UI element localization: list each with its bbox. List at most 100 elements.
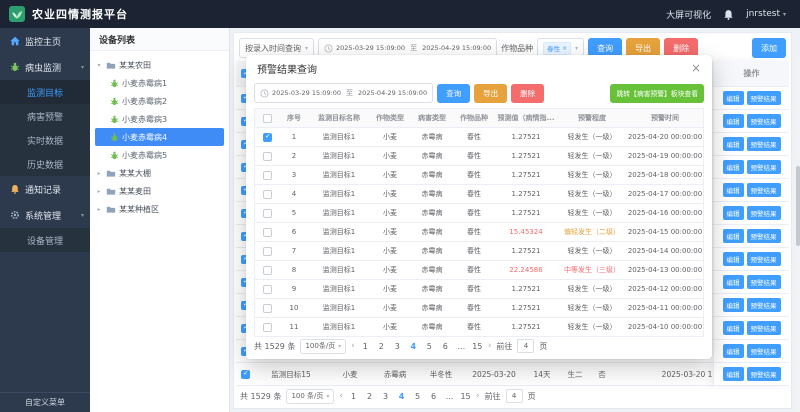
page-number[interactable]: 1	[348, 392, 359, 401]
warning-result-button[interactable]: 预警结果	[747, 91, 781, 105]
sidebar-item-pest[interactable]: 病虫监测 ▾	[0, 54, 90, 80]
sidebar-footer-custom-menu[interactable]: 自定义菜单	[0, 392, 90, 412]
device-tree-leaf[interactable]: 小麦赤霉病4	[95, 128, 224, 146]
edit-button[interactable]: 编辑	[723, 344, 744, 358]
scrollbar-thumb[interactable]	[796, 166, 800, 246]
edit-button[interactable]: 编辑	[723, 252, 744, 266]
row-checkbox[interactable]	[263, 266, 272, 275]
sidebar-subitem-device-mgmt[interactable]: 设备管理	[0, 228, 90, 252]
page-number[interactable]: ...	[444, 392, 455, 401]
bell-icon[interactable]	[723, 9, 734, 20]
row-checkbox[interactable]	[263, 171, 272, 180]
warning-result-button[interactable]: 预警结果	[747, 275, 781, 289]
edit-button[interactable]: 编辑	[723, 321, 744, 335]
page-number[interactable]: 6	[440, 342, 451, 351]
warning-result-button[interactable]: 预警结果	[747, 183, 781, 197]
edit-button[interactable]: 编辑	[723, 183, 744, 197]
device-tree-group[interactable]: ▸ 某某种植区	[95, 200, 224, 218]
warning-result-button[interactable]: 预警结果	[747, 137, 781, 151]
row-checkbox[interactable]	[263, 228, 272, 237]
row-checkbox[interactable]	[263, 247, 272, 256]
warning-result-button[interactable]: 预警结果	[747, 229, 781, 243]
warning-result-button[interactable]: 预警结果	[747, 344, 781, 358]
prev-page-button[interactable]: ‹	[351, 341, 355, 351]
dialog-table-row[interactable]: 10 监测目标1 小麦 赤霉病 春性 1.27521 轻发生（一级） 2025-…	[255, 299, 703, 318]
dialog-table-row[interactable]: 2 监测目标1 小麦 赤霉病 春性 1.27521 轻发生（一级） 2025-0…	[255, 147, 703, 166]
close-icon[interactable]: ×	[691, 61, 701, 75]
warning-result-button[interactable]: 预警结果	[747, 160, 781, 174]
edit-button[interactable]: 编辑	[723, 229, 744, 243]
row-checkbox[interactable]	[263, 190, 272, 199]
next-page-button[interactable]: ›	[488, 341, 492, 351]
dialog-query-button[interactable]: 查询	[437, 84, 470, 103]
warning-result-button[interactable]: 预警结果	[747, 114, 781, 128]
vertical-scrollbar[interactable]	[795, 56, 800, 412]
edit-button[interactable]: 编辑	[723, 137, 744, 151]
next-page-button[interactable]: ›	[476, 391, 480, 401]
row-checkbox[interactable]	[263, 285, 272, 294]
sidebar-item-notice[interactable]: 通知记录	[0, 176, 90, 202]
device-tree-leaf[interactable]: 小麦赤霉病3	[95, 110, 224, 128]
add-button[interactable]: 添加	[752, 38, 786, 58]
row-checkbox[interactable]	[263, 209, 272, 218]
row-checkbox[interactable]	[241, 370, 250, 379]
row-checkbox[interactable]	[263, 133, 272, 142]
screen-visualization-link[interactable]: 大屏可视化	[666, 8, 711, 21]
device-tree-group[interactable]: ▸ 某某麦田	[95, 182, 224, 200]
goto-page-input[interactable]: 4	[517, 339, 534, 353]
row-checkbox[interactable]	[263, 323, 272, 332]
warning-result-button[interactable]: 预警结果	[747, 367, 781, 381]
select-all-checkbox[interactable]	[263, 114, 272, 123]
edit-button[interactable]: 编辑	[723, 91, 744, 105]
page-number[interactable]: ...	[456, 342, 467, 351]
goto-page-input[interactable]: 4	[506, 389, 523, 403]
edit-button[interactable]: 编辑	[723, 298, 744, 312]
dialog-table-row[interactable]: 11 监测目标1 小麦 赤霉病 春性 1.27521 轻发生（一级） 2025-…	[255, 318, 703, 337]
page-number[interactable]: 5	[424, 342, 435, 351]
tag-close-icon[interactable]: ×	[562, 45, 567, 52]
edit-button[interactable]: 编辑	[723, 367, 744, 381]
dialog-table-row[interactable]: 8 监测目标1 小麦 赤霉病 春性 22.24586 中等发生（三级） 2025…	[255, 261, 703, 280]
sidebar-item-system[interactable]: 系统管理 ▾	[0, 202, 90, 228]
dialog-table-row[interactable]: 5 监测目标1 小麦 赤霉病 春性 1.27521 轻发生（一级） 2025-0…	[255, 204, 703, 223]
page-number[interactable]: 6	[428, 392, 439, 401]
page-number[interactable]: 4	[408, 342, 419, 351]
dialog-delete-button[interactable]: 删除	[511, 84, 544, 103]
table-row-visible[interactable]: 监测目标15 小麦 赤霉病 半冬性 2025-03-20 14天 生二 否 20…	[236, 363, 789, 386]
warning-result-button[interactable]: 预警结果	[747, 321, 781, 335]
dialog-table-row[interactable]: 9 监测目标1 小麦 赤霉病 春性 1.27521 轻发生（一级） 2025-0…	[255, 280, 703, 299]
dialog-table-row[interactable]: 6 监测目标1 小麦 赤霉病 春性 15.45324 偏轻发生（二级） 2025…	[255, 223, 703, 242]
dialog-table-row[interactable]: 4 监测目标1 小麦 赤霉病 春性 1.27521 轻发生（一级） 2025-0…	[255, 185, 703, 204]
jump-to-disease-warning-button[interactable]: 跳转【病害预警】板块查看	[610, 84, 704, 103]
edit-button[interactable]: 编辑	[723, 160, 744, 174]
dialog-table-row[interactable]: 1 监测目标1 小麦 赤霉病 春性 1.27521 轻发生（一级） 2025-0…	[255, 128, 703, 147]
page-number[interactable]: 3	[392, 342, 403, 351]
sidebar-item-home[interactable]: 监控主页	[0, 28, 90, 54]
warning-result-button[interactable]: 预警结果	[747, 298, 781, 312]
page-number[interactable]: 2	[364, 392, 375, 401]
page-number[interactable]: 4	[396, 392, 407, 401]
sidebar-subitem[interactable]: 监测目标	[0, 80, 90, 104]
sidebar-subitem[interactable]: 实时数据	[0, 128, 90, 152]
dialog-table-row[interactable]: 7 监测目标1 小麦 赤霉病 春性 1.27521 轻发生（一级） 2025-0…	[255, 242, 703, 261]
sidebar-subitem[interactable]: 病害预警	[0, 104, 90, 128]
row-checkbox[interactable]	[263, 152, 272, 161]
dialog-table-row[interactable]: 3 监测目标1 小麦 赤霉病 春性 1.27521 轻发生（一级） 2025-0…	[255, 166, 703, 185]
page-size-select[interactable]: 100 条/页 ▾	[286, 389, 334, 404]
edit-button[interactable]: 编辑	[723, 275, 744, 289]
warning-result-button[interactable]: 预警结果	[747, 206, 781, 220]
device-tree-leaf[interactable]: 小麦赤霉病2	[95, 92, 224, 110]
page-number[interactable]: 3	[380, 392, 391, 401]
device-tree-leaf[interactable]: 小麦赤霉病1	[95, 74, 224, 92]
device-tree-group[interactable]: ▸ 某某大棚	[95, 164, 224, 182]
row-checkbox[interactable]	[263, 304, 272, 313]
edit-button[interactable]: 编辑	[723, 114, 744, 128]
warning-result-button[interactable]: 预警结果	[747, 252, 781, 266]
prev-page-button[interactable]: ‹	[339, 391, 343, 401]
page-number[interactable]: 15	[472, 342, 483, 351]
user-menu[interactable]: jnrstest ▾	[746, 9, 786, 19]
edit-button[interactable]: 编辑	[723, 206, 744, 220]
page-number[interactable]: 5	[412, 392, 423, 401]
page-number[interactable]: 15	[460, 392, 471, 401]
device-tree-leaf[interactable]: 小麦赤霉病5	[95, 146, 224, 164]
